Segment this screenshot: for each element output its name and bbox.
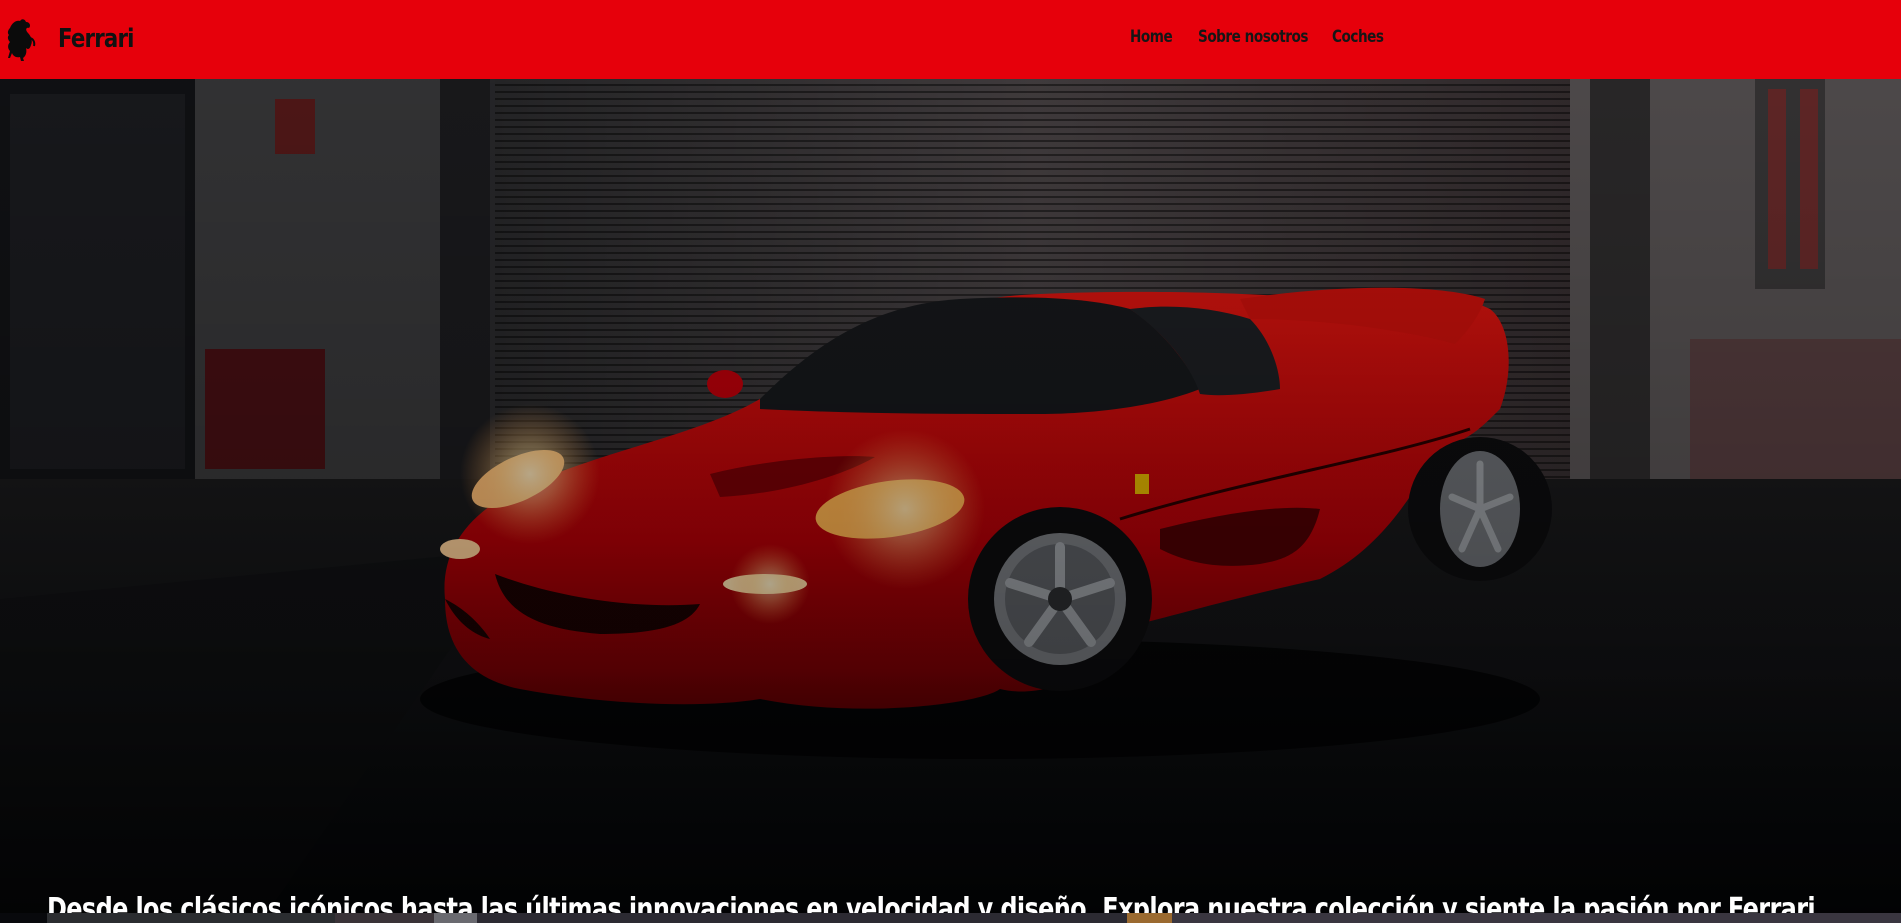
hero-section: Desde los clásicos icónicos hasta las úl…: [0, 79, 1901, 923]
next-section-preview: [0, 913, 1901, 923]
nav-link-home[interactable]: Home: [1130, 27, 1184, 47]
brand-name: Ferrari: [58, 24, 134, 54]
hero-image: [0, 79, 1901, 923]
main-nav: Home Sobre nosotros Coches: [1130, 27, 1402, 47]
nav-link-sobre-nosotros[interactable]: Sobre nosotros: [1198, 27, 1308, 47]
navbar: Ferrari Home Sobre nosotros Coches: [0, 0, 1901, 79]
brand-link[interactable]: Ferrari: [4, 14, 134, 64]
nav-link-coches[interactable]: Coches: [1332, 27, 1388, 47]
prancing-horse-icon: [4, 14, 38, 64]
